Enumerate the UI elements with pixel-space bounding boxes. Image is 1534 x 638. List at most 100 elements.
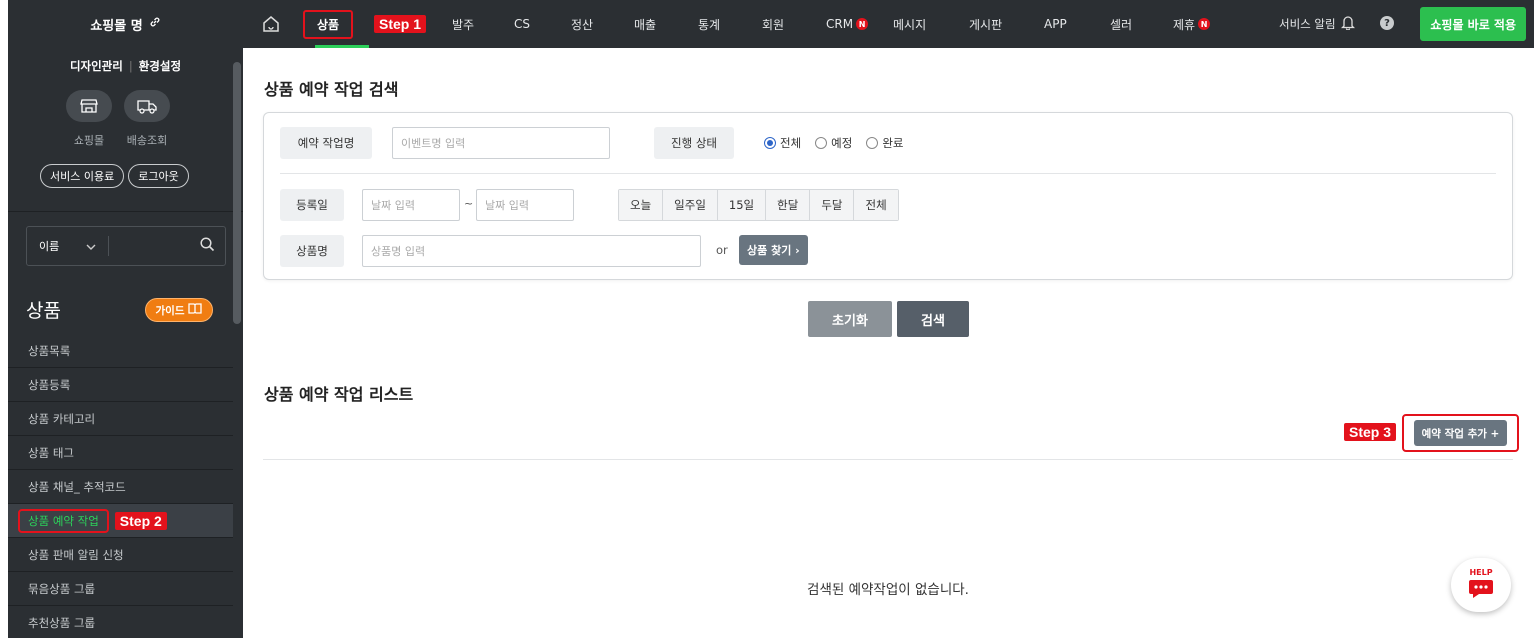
logout-button[interactable]: 로그아웃 [128, 164, 189, 188]
period-today-button[interactable]: 오늘 [619, 190, 664, 220]
tab-label: 통계 [698, 17, 721, 32]
sidebar-item-sale-alert[interactable]: 상품 판매 알림 신청 [8, 538, 233, 572]
tab-cs[interactable]: CS [514, 0, 530, 48]
tab-settlement[interactable]: 정산 [571, 0, 593, 48]
period-all-button[interactable]: 전체 [854, 190, 898, 220]
sidebar-scrollbar[interactable] [233, 62, 241, 324]
service-fee-button[interactable]: 서비스 이용료 [40, 164, 125, 188]
search-icon[interactable] [200, 237, 215, 255]
search-button[interactable]: 검색 [897, 301, 969, 337]
status-label: 진행 상태 [654, 127, 734, 159]
period-buttons: 오늘 일주일 15일 한달 두달 전체 [618, 189, 899, 221]
service-alert[interactable]: 서비스 알림 [1279, 0, 1355, 48]
sidebar-item-bundle[interactable]: 묶음상품 그룹 [8, 572, 233, 606]
end-date-input[interactable]: 날짜 입력 [476, 189, 574, 221]
menu-label: 묶음상품 그룹 [28, 581, 96, 596]
quick-shop[interactable]: 쇼핑몰 [66, 90, 112, 148]
tab-sales[interactable]: 매출 [634, 0, 656, 48]
product-name-label: 상품명 [280, 235, 344, 267]
top-nav: 상품 Step 1 발주 CS 정산 매출 통계 회원 CRM N 메시지 게시… [243, 0, 1534, 48]
brand[interactable]: 쇼핑몰 명 [8, 0, 243, 48]
radio-label: 완료 [882, 136, 904, 150]
sidebar-item-product-list[interactable]: 상품목록 [8, 334, 233, 368]
guide-label: 가이드 [155, 304, 185, 317]
period-week-button[interactable]: 일주일 [663, 190, 718, 220]
product-name-input[interactable]: 상품명 입력 [362, 235, 701, 267]
chat-bubble-icon [1468, 579, 1494, 602]
store-icon [66, 90, 112, 122]
service-alert-label: 서비스 알림 [1279, 17, 1336, 31]
sidebar-item-category[interactable]: 상품 카테고리 [8, 402, 233, 436]
link-icon [149, 16, 161, 32]
account-pills: 서비스 이용료 로그아웃 [40, 164, 189, 188]
add-job-button[interactable]: 예약 작업 추가 + [1413, 420, 1508, 446]
tab-board[interactable]: 게시판 [969, 0, 1002, 48]
sidebar: 쇼핑몰 명 디자인관리 | 환경설정 쇼핑몰 배송조회 서비스 이용료 로그아웃… [8, 0, 243, 638]
tab-label: APP [1044, 17, 1067, 31]
home-icon[interactable] [261, 14, 281, 37]
tab-seller[interactable]: 셀러 [1110, 0, 1132, 48]
search-section-title: 상품 예약 작업 검색 [264, 80, 399, 99]
sidebar-item-recommend[interactable]: 추천상품 그룹 [8, 606, 233, 638]
status-all-radio[interactable]: 전체 [764, 135, 801, 151]
tab-stats[interactable]: 통계 [698, 0, 720, 48]
card-divider [280, 173, 1496, 174]
menu-label: 상품목록 [28, 343, 71, 358]
settings-link[interactable]: 환경설정 [139, 59, 181, 73]
radio-dot [815, 137, 828, 149]
radio-dot [764, 137, 776, 149]
tab-message[interactable]: 메시지 [893, 0, 926, 48]
tab-app[interactable]: APP [1044, 0, 1067, 48]
tab-product[interactable]: 상품 [303, 0, 354, 48]
add-job-highlight: 예약 작업 추가 + [1402, 414, 1519, 452]
step-3-holder: Step 3 [1344, 423, 1397, 441]
period-2months-button[interactable]: 두달 [810, 190, 855, 220]
search-field-select[interactable]: 이름 [27, 236, 109, 256]
start-date-input[interactable]: 날짜 입력 [362, 189, 460, 221]
guide-button[interactable]: 가이드 [145, 298, 213, 322]
tab-crm[interactable]: CRM N [826, 0, 869, 48]
menu-label: 상품 채널_ 추적코드 [28, 479, 126, 494]
active-tab-underline [315, 45, 369, 48]
job-name-label: 예약 작업명 [280, 127, 372, 159]
menu-label: 상품 판매 알림 신청 [28, 547, 124, 562]
tab-label: 셀러 [1110, 17, 1133, 32]
design-link[interactable]: 디자인관리 [70, 59, 123, 73]
tab-label: 정산 [571, 17, 594, 32]
sidebar-item-scheduled-jobs[interactable]: 상품 예약 작업 Step 2 [8, 504, 233, 538]
tab-members[interactable]: 회원 [762, 0, 784, 48]
step-3-badge: Step 3 [1344, 423, 1397, 441]
date-range-tilde: ~ [464, 197, 474, 210]
menu-label: 상품등록 [28, 377, 71, 392]
quick-delivery-label: 배송조회 [126, 134, 168, 147]
divider: | [128, 59, 133, 73]
status-done-radio[interactable]: 완료 [866, 135, 904, 151]
sidebar-item-product-register[interactable]: 상품등록 [8, 368, 233, 402]
sidebar-item-tag[interactable]: 상품 태그 [8, 436, 233, 470]
quick-delivery[interactable]: 배송조회 [124, 90, 170, 148]
quick-shop-label: 쇼핑몰 [73, 134, 105, 147]
find-product-button[interactable]: 상품 찾기 › [739, 235, 808, 265]
reset-button[interactable]: 초기화 [808, 301, 892, 337]
period-15days-button[interactable]: 15일 [717, 190, 767, 220]
help-icon[interactable]: ? [1380, 16, 1394, 30]
sidebar-shortcuts: 디자인관리 | 환경설정 쇼핑몰 배송조회 서비스 이용료 로그아웃 [8, 48, 243, 212]
tab-label: 메시지 [893, 17, 927, 32]
tab-partner[interactable]: 제휴 N [1173, 0, 1211, 48]
tab-order[interactable]: 발주 [452, 0, 474, 48]
job-name-input[interactable]: 이벤트명 입력 [392, 127, 610, 159]
status-scheduled-radio[interactable]: 예정 [815, 135, 852, 151]
apply-shop-button[interactable]: 쇼핑몰 바로 적용 [1420, 7, 1526, 41]
tab-label: 제휴 [1173, 17, 1196, 32]
book-icon [188, 303, 203, 317]
sidebar-search: 이름 [26, 226, 226, 266]
tab-label: 회원 [762, 17, 785, 32]
tab-label: 상품 [303, 9, 354, 39]
help-fab[interactable]: HELP [1451, 558, 1511, 612]
menu-label: 상품 카테고리 [28, 411, 96, 426]
period-month-button[interactable]: 한달 [766, 190, 811, 220]
sidebar-item-channel[interactable]: 상품 채널_ 추적코드 [8, 470, 233, 504]
menu-label: 상품 태그 [28, 445, 74, 460]
list-section-title: 상품 예약 작업 리스트 [264, 385, 414, 404]
date-label: 등록일 [280, 189, 344, 221]
